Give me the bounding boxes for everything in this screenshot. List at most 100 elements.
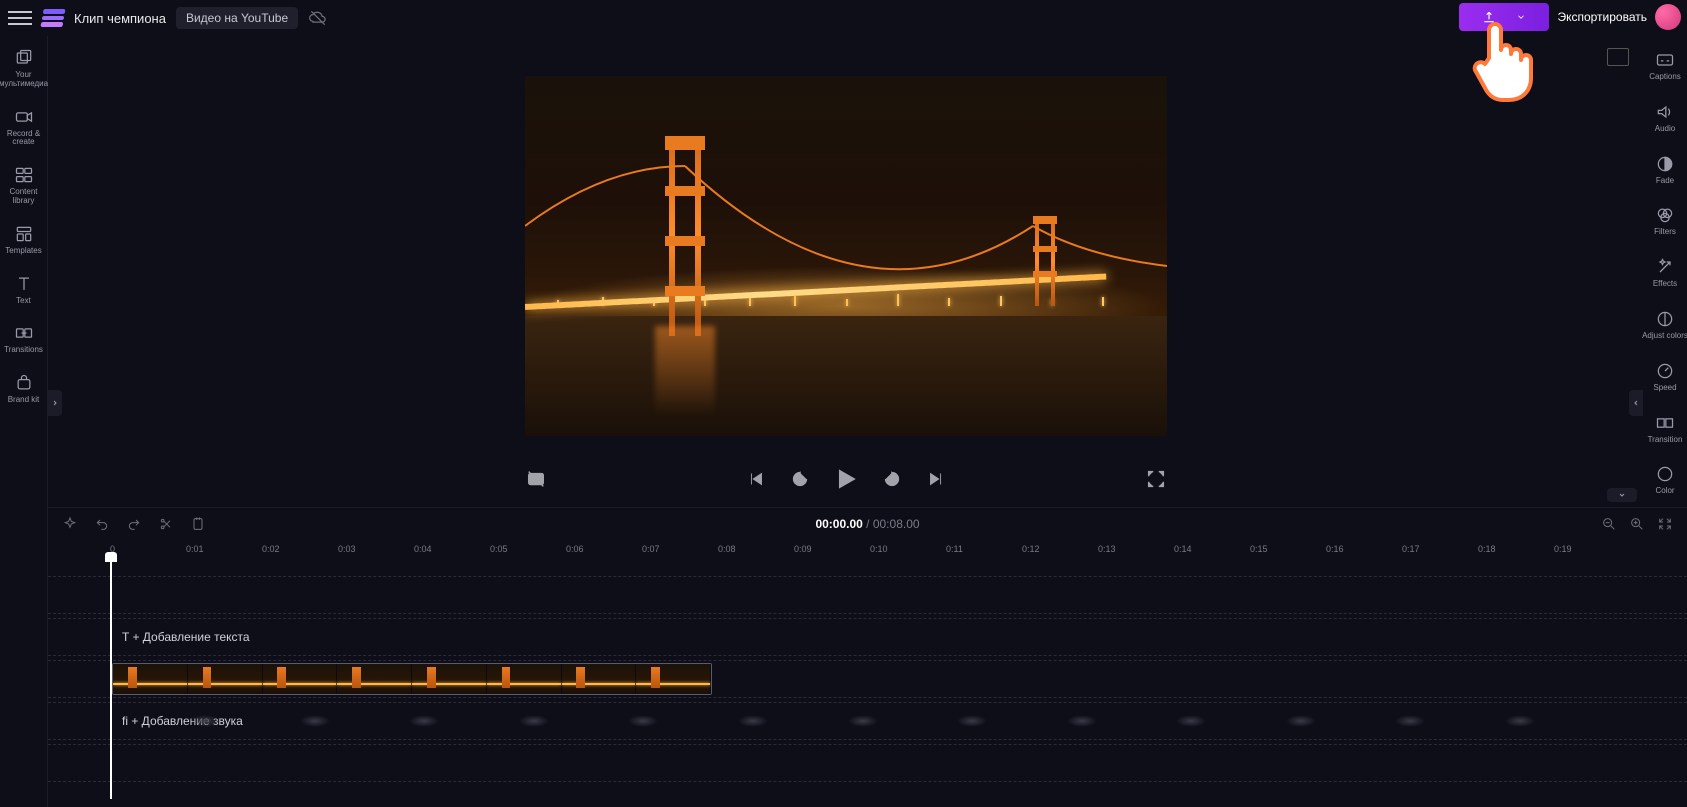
redo-button[interactable]: [126, 516, 142, 532]
sidebar-label: Fade: [1656, 177, 1674, 186]
video-type-badge[interactable]: Видео на YouTube: [176, 7, 298, 29]
ruler-tick: 0:14: [1174, 544, 1192, 554]
sidebar-item-color[interactable]: Color: [1641, 460, 1687, 500]
sidebar-label: Transitions: [4, 346, 43, 355]
zoom-fit-button[interactable]: [1657, 516, 1673, 532]
ruler-tick: 0:09: [794, 544, 812, 554]
sidebar-label: Adjust colors: [1642, 332, 1687, 341]
timeline-expand-button[interactable]: [1607, 488, 1637, 502]
forward-button[interactable]: [881, 468, 903, 490]
split-button[interactable]: [158, 516, 174, 532]
track-video[interactable]: [48, 660, 1687, 698]
skip-forward-button[interactable]: [925, 468, 947, 490]
ruler-tick: 0:15: [1250, 544, 1268, 554]
app-logo-icon: [40, 9, 65, 27]
rewind-button[interactable]: [789, 468, 811, 490]
track-audio[interactable]: fi + Добавление звука: [48, 702, 1687, 740]
ruler-tick: 0:11: [946, 544, 963, 554]
cloud-sync-off-icon: [308, 8, 328, 28]
timecode-display: 00:00.00 / 00:08.00: [815, 517, 919, 531]
sidebar-label: Filters: [1654, 228, 1676, 237]
timeline-ruler[interactable]: 00:010:020:030:040:050:060:070:080:090:1…: [48, 544, 1687, 564]
tracks-area: T + Добавление текста fi + Добавление зв…: [48, 564, 1687, 782]
magic-tool-icon[interactable]: [62, 516, 78, 532]
total-time: 00:08.00: [873, 517, 920, 531]
timeline-panel: 00:00.00 / 00:08.00 00:010:020:030:040:0…: [48, 507, 1687, 807]
left-sidebar: Your мультимедиа Record & create Content…: [0, 36, 48, 807]
sidebar-item-fade[interactable]: Fade: [1641, 150, 1687, 190]
ruler-tick: 0:13: [1098, 544, 1116, 554]
ruler-tick: 0:06: [566, 544, 584, 554]
video-clip[interactable]: [112, 663, 712, 695]
current-time: 00:00.00: [815, 517, 862, 531]
sidebar-label: Record & create: [0, 130, 48, 148]
sidebar-item-speed[interactable]: Speed: [1641, 357, 1687, 397]
sidebar-item-brand-kit[interactable]: Brand kit: [0, 369, 48, 409]
project-title[interactable]: Клип чемпиона: [74, 11, 166, 26]
sidebar-item-audio[interactable]: Audio: [1641, 98, 1687, 138]
chevron-down-icon: [1617, 491, 1627, 499]
safe-zone-toggle[interactable]: [525, 468, 547, 490]
zoom-out-button[interactable]: [1601, 516, 1617, 532]
export-button[interactable]: [1459, 3, 1549, 31]
fullscreen-button[interactable]: [1145, 468, 1167, 490]
zoom-controls: [1601, 516, 1673, 532]
right-sidebar: Captions Audio Fade Filters Effects Adju…: [1643, 36, 1687, 507]
ruler-tick: 0:19: [1554, 544, 1572, 554]
sidebar-item-transition[interactable]: Transition: [1641, 409, 1687, 449]
crop-button[interactable]: [190, 516, 206, 532]
sidebar-item-your-media[interactable]: Your мультимедиа: [0, 44, 48, 93]
playhead[interactable]: [110, 560, 112, 799]
sidebar-item-filters[interactable]: Filters: [1641, 201, 1687, 241]
ruler-tick: 0:05: [490, 544, 508, 554]
time-separator: /: [863, 517, 873, 531]
ruler-tick: 0:17: [1402, 544, 1420, 554]
sidebar-item-effects[interactable]: Effects: [1641, 253, 1687, 293]
timeline-toolbar: 00:00.00 / 00:08.00: [48, 508, 1687, 540]
playback-controls: [525, 466, 1167, 492]
sidebar-item-adjust-colors[interactable]: Adjust colors: [1641, 305, 1687, 345]
ruler-tick: 0:01: [186, 544, 204, 554]
ruler-tick: 0:10: [870, 544, 888, 554]
sidebar-item-content-library[interactable]: Content library: [0, 161, 48, 210]
sidebar-label: Speed: [1653, 384, 1676, 393]
ruler-tick: 0:08: [718, 544, 736, 554]
sidebar-item-transitions[interactable]: Transitions: [0, 319, 48, 359]
track-empty-top[interactable]: [48, 576, 1687, 614]
sidebar-item-text[interactable]: Text: [0, 270, 48, 310]
sidebar-label: Content library: [0, 188, 48, 206]
video-canvas[interactable]: [525, 76, 1167, 436]
sidebar-label: Brand kit: [8, 396, 40, 405]
preview-panel: [48, 36, 1643, 507]
sidebar-label: Effects: [1653, 280, 1677, 289]
top-bar: Клип чемпиона Видео на YouTube Экспортир…: [0, 0, 1687, 36]
ruler-tick: 0:12: [1022, 544, 1040, 554]
ruler-tick: 0:02: [262, 544, 280, 554]
sidebar-item-captions[interactable]: Captions: [1641, 46, 1687, 86]
sidebar-label: Text: [16, 297, 31, 306]
sidebar-item-record-create[interactable]: Record & create: [0, 103, 48, 152]
sidebar-label: Transition: [1648, 436, 1683, 445]
ruler-tick: 0:18: [1478, 544, 1496, 554]
ruler-tick: 0:16: [1326, 544, 1344, 554]
user-avatar[interactable]: [1655, 4, 1681, 30]
sidebar-label: Templates: [5, 247, 41, 256]
track-empty-bottom[interactable]: [48, 744, 1687, 782]
sidebar-label: Audio: [1655, 125, 1675, 134]
ruler-tick: 0:07: [642, 544, 660, 554]
sidebar-label: Color: [1655, 487, 1674, 496]
undo-button[interactable]: [94, 516, 110, 532]
sidebar-label: Your мультимедиа: [0, 71, 48, 89]
sidebar-label: Captions: [1649, 73, 1681, 82]
sidebar-item-templates[interactable]: Templates: [0, 220, 48, 260]
menu-icon[interactable]: [8, 6, 32, 30]
top-right-group: Экспортировать: [1459, 3, 1681, 31]
ruler-tick: 0:03: [338, 544, 356, 554]
skip-back-button[interactable]: [745, 468, 767, 490]
export-label: Экспортировать: [1557, 10, 1647, 24]
zoom-in-button[interactable]: [1629, 516, 1645, 532]
track-text[interactable]: T + Добавление текста: [48, 618, 1687, 656]
play-button[interactable]: [833, 466, 859, 492]
chevron-down-icon[interactable]: [1516, 12, 1526, 22]
ruler-tick: 0:04: [414, 544, 432, 554]
